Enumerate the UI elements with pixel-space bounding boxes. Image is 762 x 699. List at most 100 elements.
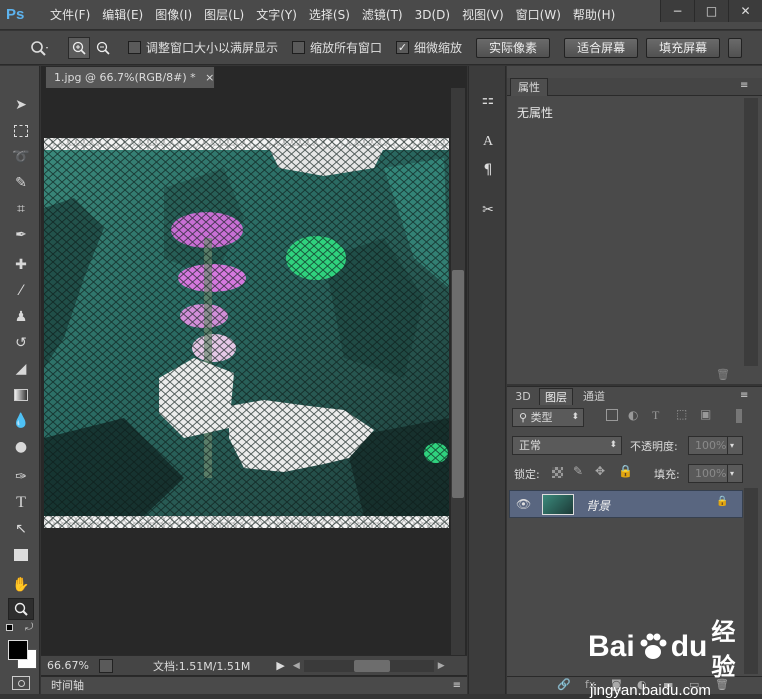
resize-windows-checkbox[interactable] <box>128 41 141 54</box>
fill-input[interactable]: 100% <box>688 464 728 483</box>
status-menu-arrow-icon[interactable]: ▶ <box>276 659 284 672</box>
layer-name: 背景 <box>586 499 611 513</box>
layer-thumbnail <box>542 494 574 515</box>
fill-screen-button[interactable]: 填充屏幕 <box>646 37 721 58</box>
history-brush-tool-icon[interactable]: ↺ <box>8 332 34 354</box>
history-panel-icon[interactable]: ⚏ <box>475 88 501 112</box>
quick-selection-tool-icon[interactable]: ✎ <box>8 172 34 194</box>
path-selection-tool-icon[interactable]: ↖ <box>8 518 34 540</box>
properties-panel-menu-icon[interactable]: ≡ <box>740 80 748 91</box>
filter-pixel-icon[interactable] <box>606 409 618 421</box>
lock-image-icon[interactable]: ✎ <box>573 464 583 478</box>
zoom-tool-icon[interactable] <box>8 598 34 620</box>
gradient-tool-icon[interactable] <box>8 384 34 406</box>
horizontal-scrollbar[interactable] <box>303 659 434 672</box>
opacity-dropdown[interactable]: ▾ <box>727 436 743 455</box>
document-tab[interactable]: 1.jpg @ 66.7%(RGB/8#) * × <box>45 66 215 88</box>
layer-filter-kind-value: 类型 <box>530 411 553 424</box>
menu-view[interactable]: 视图(V) <box>456 0 510 30</box>
fill-dropdown[interactable]: ▾ <box>727 464 743 483</box>
tool-presets-icon[interactable]: ✂ <box>475 198 501 222</box>
visibility-eye-icon[interactable]: 👁 <box>516 497 531 511</box>
maximize-button[interactable]: □ <box>694 0 728 22</box>
paragraph-panel-icon[interactable]: ¶ <box>475 158 501 182</box>
quick-mask-icon[interactable] <box>12 676 30 690</box>
healing-brush-tool-icon[interactable]: ✚ <box>8 254 34 276</box>
zoom-all-checkbox[interactable] <box>292 41 306 54</box>
timeline-menu-icon[interactable]: ≡ <box>453 677 461 694</box>
horizontal-scrollbar-thumb[interactable] <box>353 659 390 672</box>
move-tool-icon[interactable]: ➤ <box>8 94 34 116</box>
character-panel-icon[interactable]: A <box>475 130 501 154</box>
resize-windows-option[interactable]: 调整窗口大小以满屏显示 <box>128 39 278 56</box>
menu-edit[interactable]: 编辑(E) <box>96 0 149 30</box>
lasso-tool-icon[interactable]: ➰ <box>8 146 34 168</box>
brush-tool-icon[interactable]: ⁄ <box>8 280 34 302</box>
properties-delete-icon[interactable]: 🗑 <box>716 368 730 381</box>
properties-scrollbar[interactable] <box>744 98 758 366</box>
blend-mode-select[interactable]: 正常 ⬍ <box>512 436 622 455</box>
baidu-jingyan-watermark: Bai du 经验 jingyan.baidu.com <box>588 612 758 699</box>
filter-toggle[interactable] <box>736 409 742 423</box>
print-size-button[interactable] <box>728 37 743 58</box>
lock-transparent-icon[interactable] <box>552 467 563 478</box>
zoom-all-option[interactable]: 缩放所有窗口 <box>292 39 382 56</box>
filter-smart-object-icon[interactable]: ▣ <box>700 407 711 421</box>
menu-image[interactable]: 图像(I) <box>149 0 198 30</box>
status-options-icon[interactable] <box>99 658 113 673</box>
filter-shape-icon[interactable]: ⬚ <box>676 407 687 421</box>
lock-all-icon[interactable]: 🔒 <box>618 464 633 478</box>
scroll-left-icon[interactable]: ◀ <box>293 661 300 671</box>
menu-3d[interactable]: 3D(D) <box>409 0 456 30</box>
menu-filter[interactable]: 滤镜(T) <box>356 0 409 30</box>
foreground-color-swatch[interactable] <box>8 640 28 660</box>
link-layers-icon[interactable]: 🔗 <box>557 678 571 691</box>
zoom-in-icon[interactable] <box>68 36 90 59</box>
layers-panel-menu-icon[interactable]: ≡ <box>740 390 748 401</box>
type-tool-icon[interactable]: T <box>8 492 34 514</box>
crop-tool-icon[interactable]: ⌗ <box>8 198 34 220</box>
pen-tool-icon[interactable]: ✑ <box>8 466 34 488</box>
default-colors-icon[interactable] <box>6 624 16 634</box>
opacity-input[interactable]: 100% <box>688 436 728 455</box>
layer-row-background[interactable]: 👁 背景 🔒 <box>509 490 743 518</box>
layer-filter-kind-select[interactable]: ⚲ 类型 ⬍ <box>512 408 584 427</box>
eyedropper-tool-icon[interactable]: ✒ <box>8 224 34 246</box>
menu-select[interactable]: 选择(S) <box>303 0 356 30</box>
dodge-tool-icon[interactable]: ● <box>8 436 34 458</box>
timeline-panel-header[interactable]: 时间轴 ≡ <box>41 676 467 694</box>
zoom-tool-preset-icon[interactable] <box>24 36 54 60</box>
blur-tool-icon[interactable]: 💧 <box>8 410 34 432</box>
filter-type-icon[interactable]: T <box>652 408 659 423</box>
filter-adjustment-icon[interactable]: ◐ <box>628 408 638 422</box>
fit-screen-button[interactable]: 适合屏幕 <box>564 37 639 58</box>
hand-tool-icon[interactable]: ✋ <box>8 574 34 596</box>
fill-label: 填充: <box>654 468 680 481</box>
tab-layers[interactable]: 图层 <box>539 388 573 405</box>
eraser-tool-icon[interactable]: ◢ <box>8 358 34 380</box>
vertical-scrollbar-thumb[interactable] <box>452 270 464 498</box>
marquee-tool-icon[interactable] <box>8 120 34 142</box>
scrubby-zoom-checkbox[interactable]: ✓ <box>396 41 410 54</box>
actual-pixels-button[interactable]: 实际像素 <box>476 37 551 58</box>
swap-colors-icon[interactable]: ⤾ <box>25 622 33 633</box>
zoom-level[interactable]: 66.67% <box>47 659 93 672</box>
canvas-image[interactable] <box>44 138 449 528</box>
tab-channels[interactable]: 通道 <box>577 388 611 405</box>
zoom-out-icon[interactable] <box>92 37 114 59</box>
menu-layer[interactable]: 图层(L) <box>198 0 250 30</box>
clone-stamp-tool-icon[interactable]: ♟ <box>8 306 34 328</box>
close-button[interactable]: ✕ <box>728 0 762 22</box>
minimize-button[interactable]: − <box>660 0 694 22</box>
scrubby-zoom-option[interactable]: ✓ 细微缩放 <box>396 39 462 56</box>
document-tab-close-icon[interactable]: × <box>205 71 214 84</box>
rectangle-tool-icon[interactable] <box>8 544 34 566</box>
menu-window[interactable]: 窗口(W) <box>510 0 567 30</box>
tab-3d[interactable]: 3D <box>509 388 537 405</box>
menu-help[interactable]: 帮助(H) <box>567 0 621 30</box>
menu-file[interactable]: 文件(F) <box>44 0 96 30</box>
scroll-right-icon[interactable]: ▶ <box>438 661 445 671</box>
tab-properties[interactable]: 属性 <box>510 78 548 96</box>
menu-type[interactable]: 文字(Y) <box>250 0 303 30</box>
lock-position-icon[interactable]: ✥ <box>595 464 605 478</box>
